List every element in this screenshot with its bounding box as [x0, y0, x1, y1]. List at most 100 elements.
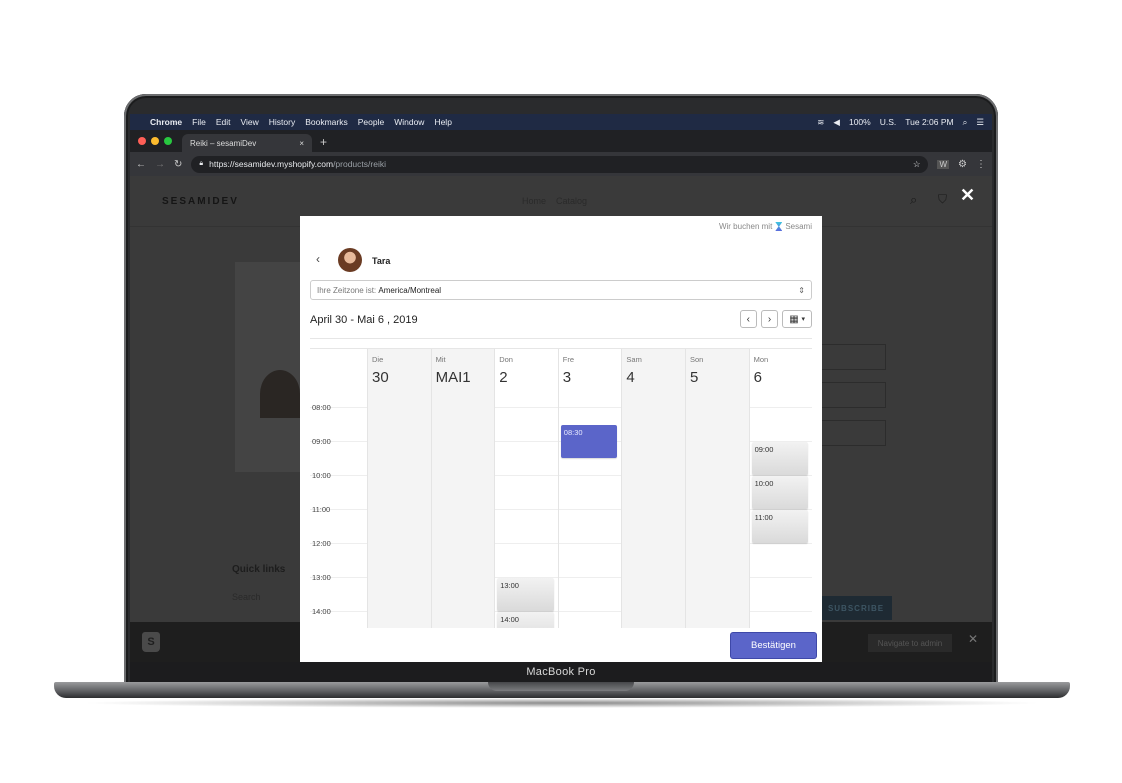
- bookmark-star-icon[interactable]: ☆: [913, 159, 921, 170]
- extension-gear-icon[interactable]: ⚙: [958, 159, 967, 170]
- next-week-button[interactable]: ›: [760, 310, 779, 328]
- avatar: [338, 248, 362, 272]
- day-number: 4: [626, 369, 635, 386]
- browser-menu-icon[interactable]: ⋮: [976, 159, 986, 170]
- notification-center-icon[interactable]: ☰: [976, 117, 984, 128]
- subscribe-button[interactable]: SUBSCRIBE: [820, 596, 892, 620]
- new-tab-button[interactable]: +: [320, 135, 327, 149]
- close-window-button[interactable]: [138, 137, 146, 145]
- wifi-icon[interactable]: ≋: [817, 117, 824, 128]
- day-number: 3: [562, 369, 572, 386]
- zoom-window-button[interactable]: [164, 137, 172, 145]
- day-column: Mit MAI1: [430, 349, 495, 628]
- timezone-value: America/Montreal: [378, 285, 442, 295]
- menu-bookmarks[interactable]: Bookmarks: [305, 117, 348, 127]
- back-icon[interactable]: ←: [136, 159, 146, 170]
- powered-by: Wir buchen mit Sesami: [719, 222, 812, 231]
- time-label: 11:00: [312, 505, 331, 514]
- shop-logo[interactable]: SESAMIDEV: [162, 196, 239, 207]
- time-slot[interactable]: 09:00: [751, 442, 809, 475]
- navigate-admin-button[interactable]: Navigate to admin: [868, 634, 952, 652]
- select-caret-icon: ⇕: [798, 285, 805, 295]
- admin-bar-close-icon[interactable]: ✕: [968, 632, 978, 646]
- tab-title: Reiki – sesamiDev: [190, 138, 257, 148]
- menu-view[interactable]: View: [240, 117, 258, 127]
- selected-time-slot[interactable]: 08:30: [560, 425, 618, 458]
- nav-home[interactable]: Home: [522, 196, 546, 206]
- day-name: Son: [690, 355, 704, 364]
- shop-search-icon[interactable]: ⌕: [910, 192, 917, 208]
- day-name: Mit: [435, 355, 446, 364]
- calendar-picker-button[interactable]: ▦ ▾: [782, 310, 812, 328]
- input-source[interactable]: U.S.: [880, 117, 897, 127]
- time-slot[interactable]: 13:00: [497, 578, 554, 611]
- minimize-window-button[interactable]: [151, 137, 159, 145]
- volume-icon[interactable]: ◀: [833, 117, 840, 128]
- mac-menubar: Chrome File Edit View History Bookmarks …: [130, 114, 992, 130]
- day-number: MAI1: [435, 369, 471, 386]
- reload-icon[interactable]: ↻: [174, 159, 182, 170]
- spotlight-icon[interactable]: ⌕: [963, 117, 968, 128]
- menu-edit[interactable]: Edit: [216, 117, 231, 127]
- stage: MacBook Pro Chrome File Edit View Histor…: [0, 0, 1122, 783]
- day-name: Die: [372, 355, 384, 364]
- chevron-down-icon: ▾: [801, 316, 805, 323]
- lock-icon: 🔒︎: [199, 160, 204, 167]
- close-tab-icon[interactable]: ×: [299, 139, 304, 148]
- menubar-clock[interactable]: Tue 2:06 PM: [905, 117, 953, 127]
- shop-cart-icon[interactable]: ⛉: [938, 192, 947, 207]
- browser-tab[interactable]: Reiki – sesamiDev ×: [182, 134, 312, 152]
- address-bar[interactable]: 🔒︎ https://sesamidev.myshopify.com/produ…: [191, 155, 929, 173]
- day-name: Mon: [753, 355, 769, 364]
- chevron-right-icon: ›: [767, 313, 772, 325]
- shop-field-2[interactable]: [820, 420, 886, 446]
- forward-icon[interactable]: →: [155, 159, 165, 170]
- day-name: Don: [499, 355, 513, 364]
- time-label: 14:00: [312, 607, 331, 616]
- calendar-controls: ‹ › ▦ ▾: [739, 310, 812, 328]
- menu-chrome[interactable]: Chrome: [150, 117, 182, 127]
- menu-help[interactable]: Help: [434, 117, 451, 127]
- prev-week-button[interactable]: ‹: [739, 310, 757, 328]
- time-label: 09:00: [312, 437, 331, 446]
- day-name: Fre: [562, 355, 575, 364]
- header-divider: [310, 338, 812, 339]
- footer-search-link[interactable]: Search: [232, 592, 261, 602]
- nav-catalog[interactable]: Catalog: [556, 196, 587, 206]
- url-host: https://sesamidev.myshopify.com: [209, 159, 334, 169]
- timezone-select[interactable]: Ihre Zeitzone ist: America/Montreal ⇕: [310, 280, 812, 300]
- shopify-bag-icon[interactable]: S: [142, 632, 160, 652]
- time-slot[interactable]: 11:00: [751, 510, 809, 543]
- menu-people[interactable]: People: [358, 117, 384, 127]
- week-calendar: 08:00 09:00 10:00 11:00 12:00 13:00 14:00 Die 30…: [310, 348, 812, 628]
- time-label: 12:00: [312, 539, 331, 548]
- extension-icon[interactable]: W: [937, 159, 950, 169]
- battery-percent[interactable]: 100%: [849, 117, 871, 127]
- menu-history[interactable]: History: [269, 117, 295, 127]
- url-path: /products/reiki: [333, 159, 386, 169]
- shop-nav: Home Catalog: [522, 196, 587, 206]
- back-chevron-icon[interactable]: ‹: [316, 252, 320, 266]
- time-label: 08:00: [312, 403, 331, 412]
- laptop-shadow: [80, 698, 1044, 708]
- confirm-button[interactable]: Bestätigen: [731, 633, 816, 658]
- timezone-label: Ihre Zeitzone ist:: [317, 285, 377, 295]
- browser-tabstrip: Reiki – sesamiDev × +: [130, 130, 992, 152]
- laptop-chin: MacBook Pro: [130, 662, 992, 682]
- day-number: 30: [372, 369, 389, 386]
- menu-file[interactable]: File: [192, 117, 206, 127]
- chevron-left-icon: ‹: [746, 313, 750, 325]
- time-label: 13:00: [312, 573, 331, 582]
- day-number: 6: [753, 369, 762, 386]
- provider-name: Tara: [372, 256, 391, 266]
- menu-window[interactable]: Window: [394, 117, 424, 127]
- time-slot[interactable]: 14:00: [497, 612, 554, 628]
- shop-field[interactable]: [820, 382, 886, 408]
- screen: Chrome File Edit View History Bookmarks …: [130, 114, 992, 662]
- sesami-logo-icon: [775, 222, 783, 231]
- time-slot[interactable]: 10:00: [751, 476, 809, 509]
- shop-select[interactable]: [820, 344, 886, 370]
- modal-close-icon[interactable]: ✕: [960, 186, 975, 204]
- product-image: [235, 262, 307, 472]
- date-range: April 30 - Mai 6 , 2019: [310, 314, 418, 326]
